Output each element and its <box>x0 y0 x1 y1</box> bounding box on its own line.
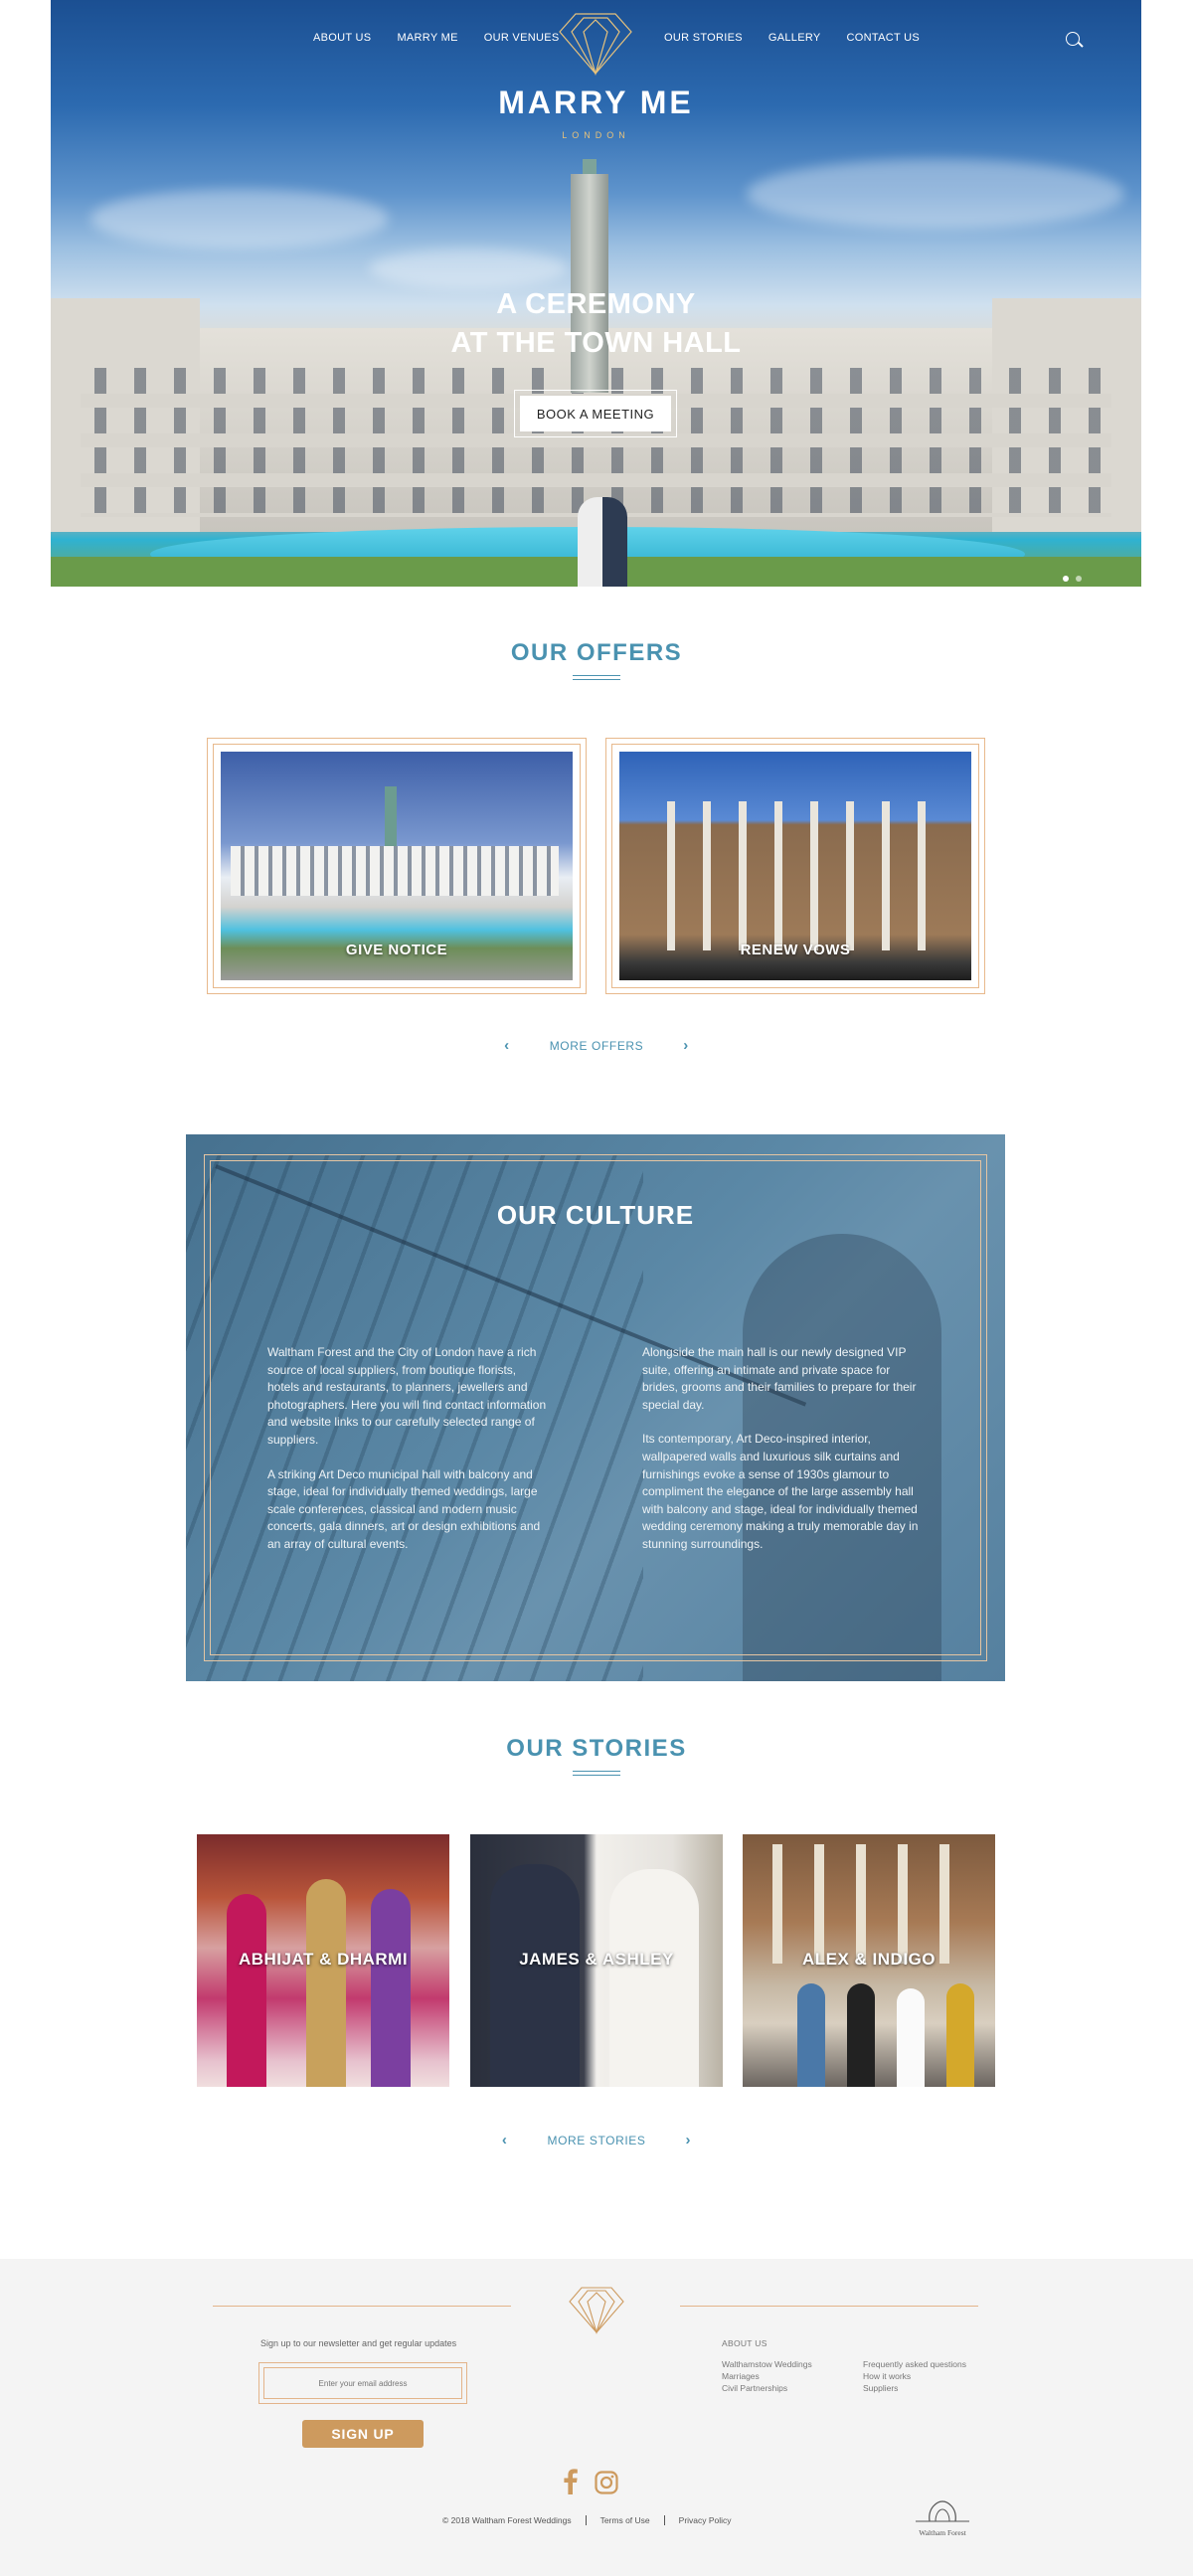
offer-label: GIVE NOTICE <box>345 942 448 958</box>
chevron-left-icon[interactable]: ‹ <box>502 2132 508 2148</box>
book-meeting-button[interactable]: BOOK A MEETING <box>520 396 671 431</box>
footer-links-col2: Frequently asked questions How it works … <box>863 2359 966 2393</box>
hero-title-line2: AT THE TOWN HALL <box>450 327 742 359</box>
nav-contact-us[interactable]: CONTACT US <box>847 32 921 44</box>
brand-name[interactable]: MARRY ME <box>51 85 1141 121</box>
offers-pager: ‹ MORE OFFERS › <box>0 1037 1193 1054</box>
tree-icon <box>916 2500 969 2522</box>
culture-paragraph: Waltham Forest and the City of London ha… <box>267 1345 547 1447</box>
search-icon[interactable] <box>1066 32 1080 46</box>
culture-column-right: Alongside the main hall is our newly des… <box>642 1344 926 1571</box>
story-label: JAMES & ASHLEY <box>519 1950 674 1969</box>
page: ABOUT US MARRY ME OUR VENUES MARRY ME LO… <box>0 0 1193 2576</box>
privacy-link[interactable]: Privacy Policy <box>679 2515 732 2525</box>
footer-about-heading[interactable]: ABOUT US <box>722 2338 767 2348</box>
nav-gallery[interactable]: GALLERY <box>768 32 821 44</box>
nav-marry-me[interactable]: MARRY ME <box>397 32 457 44</box>
culture-paragraph: Its contemporary, Art Deco-inspired inte… <box>642 1432 919 1551</box>
story-card-james-ashley[interactable]: JAMES & ASHLEY <box>470 1834 723 2087</box>
nav-our-venues[interactable]: OUR VENUES <box>484 32 560 44</box>
stories-pager: ‹ MORE STORIES › <box>0 2132 1193 2148</box>
more-offers-link[interactable]: MORE OFFERS <box>550 1039 644 1053</box>
footer-links-col1: Walthamstow Weddings Marriages Civil Par… <box>722 2359 812 2393</box>
offers-title-rule <box>573 675 620 680</box>
instagram-icon[interactable] <box>595 2471 618 2494</box>
newsletter-text: Sign up to our newsletter and get regula… <box>260 2338 457 2348</box>
footer-legal: © 2018 Waltham Forest Weddings Terms of … <box>442 2515 732 2525</box>
offers-title: OUR OFFERS <box>510 639 683 666</box>
offer-image: GIVE NOTICE <box>221 752 573 980</box>
stories-title: OUR STORIES <box>506 1735 687 1762</box>
terms-link[interactable]: Terms of Use <box>600 2515 650 2525</box>
email-input[interactable] <box>263 2367 462 2399</box>
chevron-right-icon[interactable]: › <box>686 2132 692 2148</box>
footer-link[interactable]: Civil Partnerships <box>722 2383 812 2393</box>
signup-button[interactable]: SIGN UP <box>302 2420 424 2448</box>
culture-paragraph: Alongside the main hall is our newly des… <box>642 1345 917 1412</box>
slider-dots <box>1063 576 1082 582</box>
footer-link[interactable]: Marriages <box>722 2371 812 2381</box>
more-stories-link[interactable]: MORE STORIES <box>548 2134 646 2147</box>
footer-link[interactable]: Suppliers <box>863 2383 966 2393</box>
hero-title: A CEREMONY AT THE TOWN HALL <box>51 285 1141 363</box>
slider-dot[interactable] <box>1076 576 1082 582</box>
footer-divider <box>680 2306 978 2307</box>
brand-subtitle: LONDON <box>562 130 630 140</box>
nav-about-us[interactable]: ABOUT US <box>313 32 371 44</box>
offer-card-give-notice[interactable]: GIVE NOTICE <box>207 738 587 994</box>
offer-card-renew-vows[interactable]: RENEW VOWS <box>605 738 985 994</box>
offer-label: RENEW VOWS <box>740 942 851 958</box>
site-footer: Sign up to our newsletter and get regula… <box>0 2259 1193 2576</box>
nav-our-stories[interactable]: OUR STORIES <box>664 32 743 44</box>
waltham-forest-logo[interactable]: Waltham Forest <box>912 2497 973 2537</box>
culture-section: OUR CULTURE Waltham Forest and the City … <box>186 1134 1005 1681</box>
partner-logo-text: Waltham Forest <box>919 2528 966 2537</box>
offer-image: RENEW VOWS <box>619 752 971 980</box>
main-nav-right: OUR STORIES GALLERY CONTACT US <box>664 32 920 44</box>
logo-diamond-icon[interactable] <box>558 10 633 76</box>
copyright-text: © 2018 Waltham Forest Weddings <box>442 2515 572 2525</box>
footer-divider <box>213 2306 511 2307</box>
footer-link[interactable]: Walthamstow Weddings <box>722 2359 812 2369</box>
stories-title-rule <box>573 1771 620 1776</box>
main-nav-left: ABOUT US MARRY ME OUR VENUES <box>313 32 559 44</box>
facebook-icon[interactable] <box>564 2469 578 2494</box>
culture-paragraph: A striking Art Deco municipal hall with … <box>267 1466 541 1551</box>
culture-title: OUR CULTURE <box>496 1200 695 1230</box>
story-label: ALEX & INDIGO <box>801 1950 936 1969</box>
chevron-right-icon[interactable]: › <box>683 1037 689 1054</box>
footer-link[interactable]: How it works <box>863 2371 966 2381</box>
wedding-couple <box>578 497 627 587</box>
chevron-left-icon[interactable]: ‹ <box>504 1037 510 1054</box>
story-label: ABHIJAT & DHARMI <box>238 1950 409 1969</box>
logo-diamond-icon[interactable] <box>568 2285 625 2334</box>
slider-dot[interactable] <box>1063 576 1069 582</box>
hero-title-line1: A CEREMONY <box>496 288 696 320</box>
culture-column-left: Waltham Forest and the City of London ha… <box>267 1344 551 1571</box>
footer-link[interactable]: Frequently asked questions <box>863 2359 966 2369</box>
hero-banner: ABOUT US MARRY ME OUR VENUES MARRY ME LO… <box>51 0 1141 587</box>
story-card-alex-indigo[interactable]: ALEX & INDIGO <box>743 1834 995 2087</box>
story-card-abhijat-dharmi[interactable]: ABHIJAT & DHARMI <box>197 1834 449 2087</box>
